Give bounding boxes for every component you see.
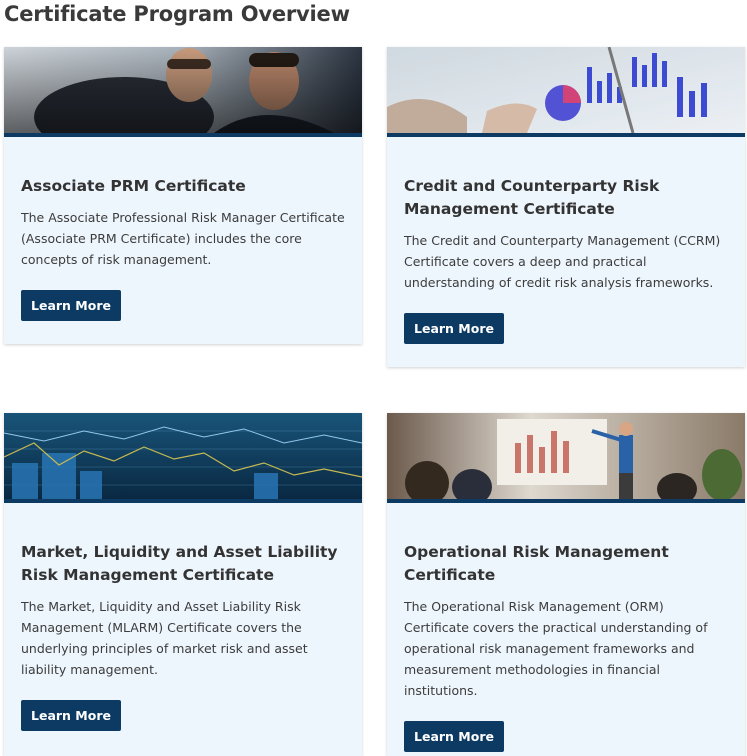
learn-more-button[interactable]: Learn More — [21, 700, 121, 731]
learn-more-button[interactable]: Learn More — [21, 290, 121, 321]
card-description: The Operational Risk Management (ORM) Ce… — [404, 599, 708, 698]
card-description: The Market, Liquidity and Asset Liabilit… — [21, 599, 308, 677]
card-image-financial-charts — [387, 47, 745, 137]
learn-more-button[interactable]: Learn More — [404, 721, 504, 752]
card-title: Market, Liquidity and Asset Liability Ri… — [21, 543, 338, 584]
card-credit-counterparty: Credit and Counterparty Risk Management … — [387, 47, 745, 367]
learn-more-button[interactable]: Learn More — [404, 313, 504, 344]
card-title: Associate PRM Certificate — [21, 177, 246, 195]
page-title: Certificate Program Overview — [4, 2, 350, 26]
card-title: Operational Risk Management Certificate — [404, 543, 669, 584]
card-description: The Associate Professional Risk Manager … — [21, 210, 345, 267]
card-image-presentation — [387, 413, 745, 503]
card-title: Credit and Counterparty Risk Management … — [404, 177, 660, 218]
card-market-liquidity: Market, Liquidity and Asset Liability Ri… — [4, 413, 362, 756]
card-associate-prm: Associate PRM Certificate The Associate … — [4, 47, 362, 344]
card-image-business-meeting — [4, 47, 362, 137]
card-image-market-ticker — [4, 413, 362, 503]
card-description: The Credit and Counterparty Management (… — [404, 233, 721, 290]
card-operational-risk: Operational Risk Management Certificate … — [387, 413, 745, 756]
